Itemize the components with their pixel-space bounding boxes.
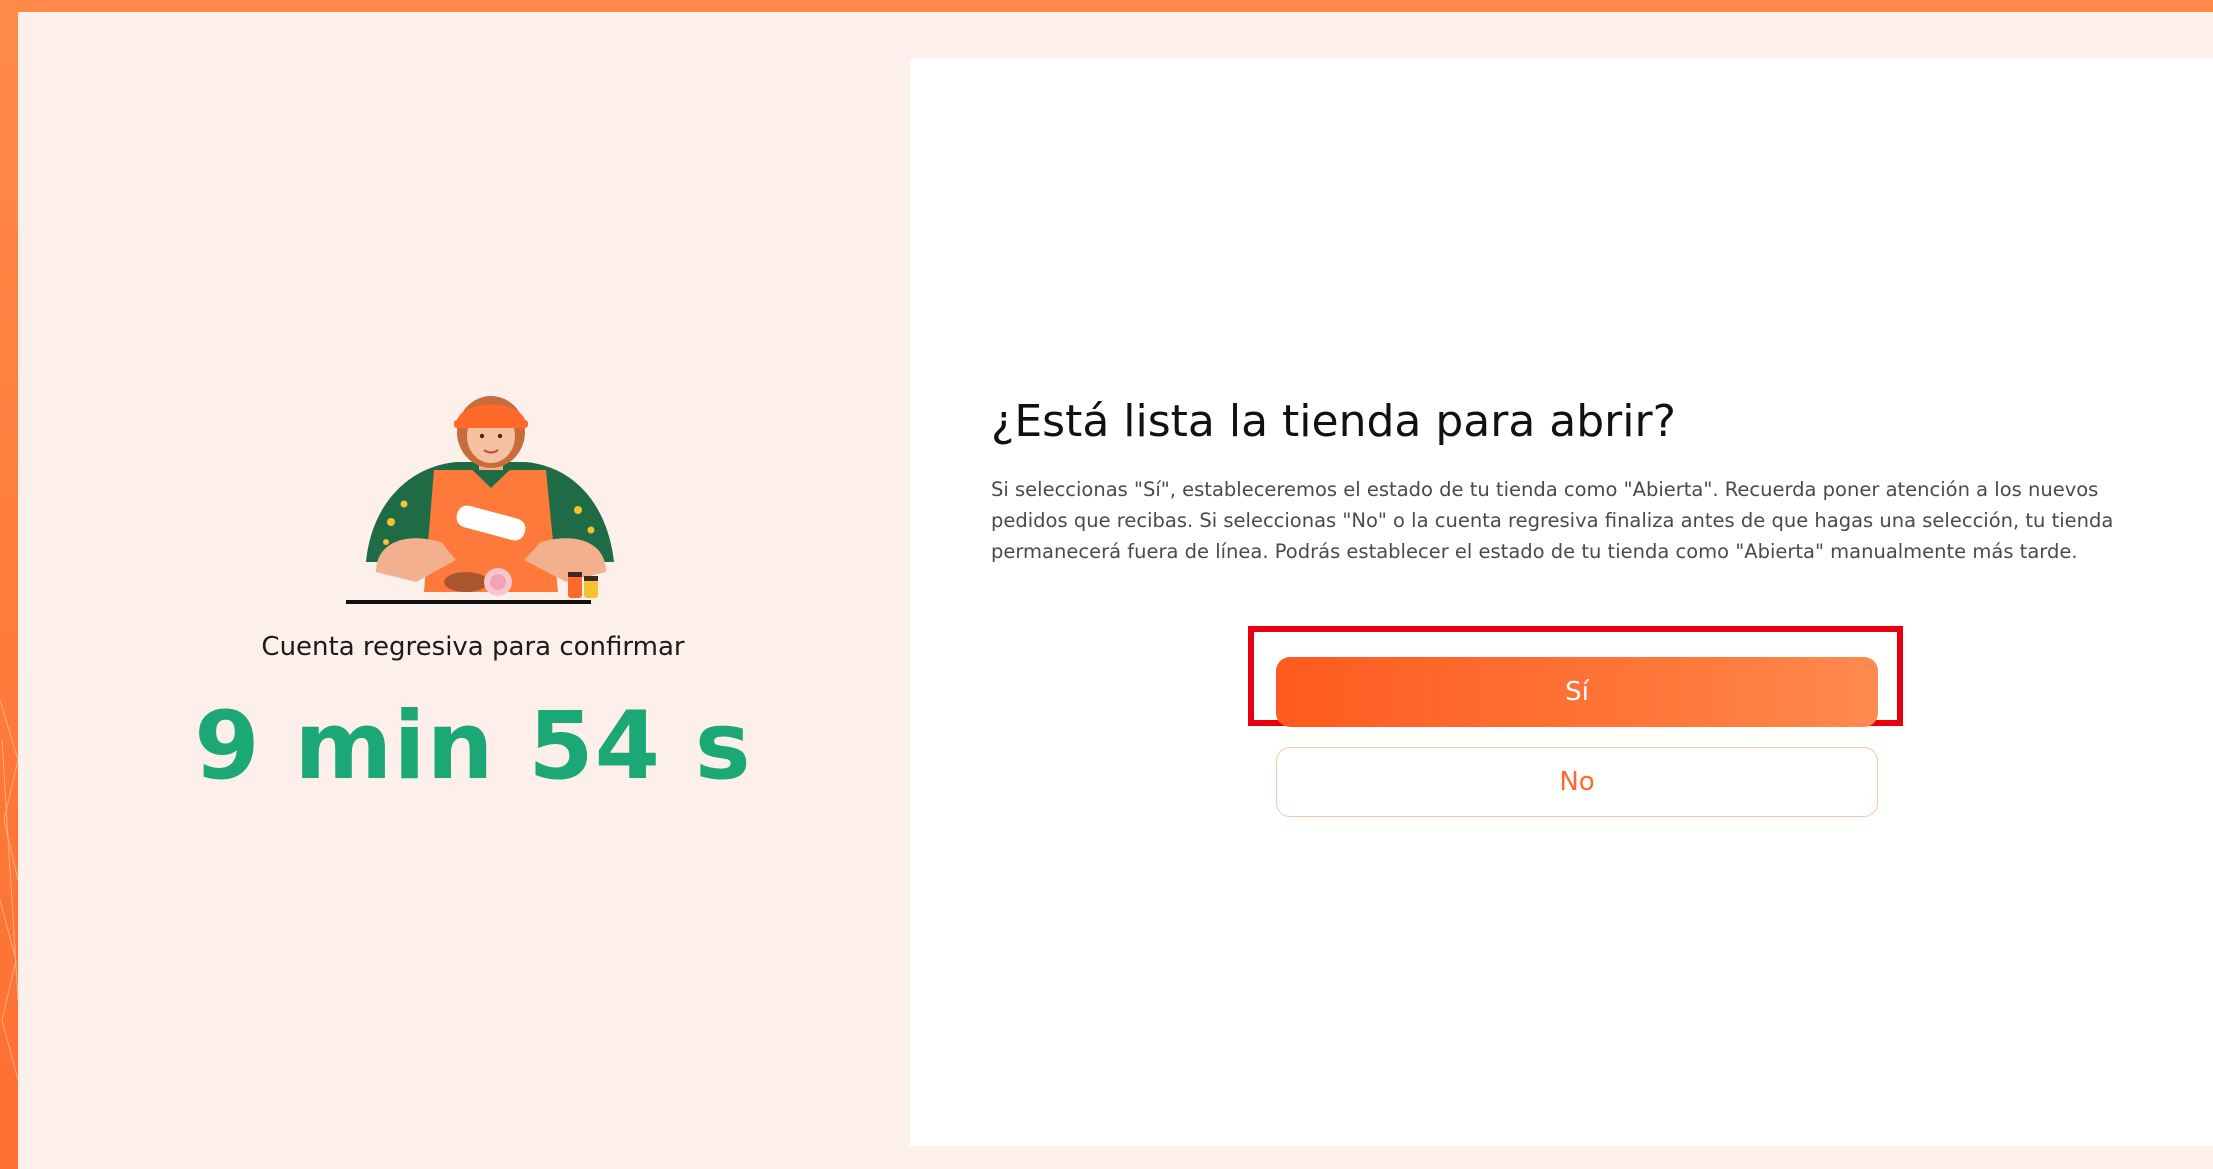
countdown-panel: Cuenta regresiva para confirmar 9 min 54… bbox=[18, 12, 908, 1169]
countdown-label: Cuenta regresiva para confirmar bbox=[261, 632, 685, 662]
open-store-dialog: ¿Está lista la tienda para abrir? Si sel… bbox=[910, 58, 2213, 1146]
chef-cooking-illustration bbox=[346, 396, 614, 604]
yes-button[interactable]: Sí bbox=[1276, 657, 1878, 727]
no-button[interactable]: No bbox=[1276, 747, 1878, 817]
dialog-description: Si seleccionas "Sí", estableceremos el e… bbox=[991, 478, 2114, 563]
dialog-title: ¿Está lista la tienda para abrir? bbox=[991, 396, 1676, 447]
app-screen: Cuenta regresiva para confirmar 9 min 54… bbox=[18, 12, 2213, 1169]
countdown-timer: 9 min 54 s bbox=[194, 692, 752, 801]
